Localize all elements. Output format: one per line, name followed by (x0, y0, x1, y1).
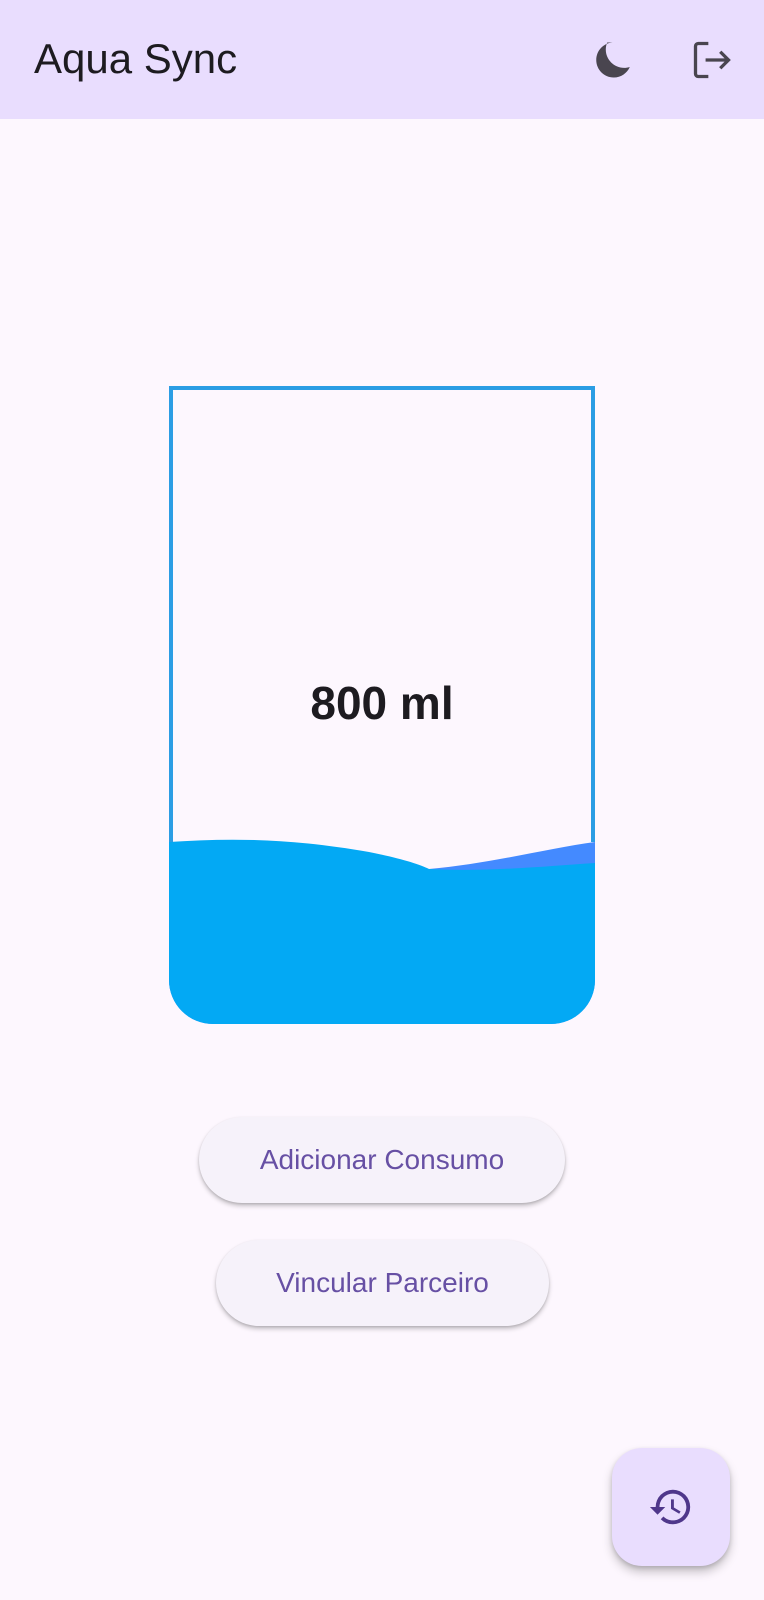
app-title: Aqua Sync (34, 35, 238, 82)
history-fab-button[interactable] (612, 1448, 730, 1566)
app-bar: Aqua Sync (0, 0, 764, 119)
theme-toggle-button[interactable] (584, 32, 640, 88)
history-icon (649, 1489, 691, 1525)
logout-icon (693, 41, 731, 79)
add-consumption-button[interactable]: Adicionar Consumo (199, 1117, 565, 1203)
logout-button[interactable] (684, 32, 740, 88)
dark-mode-moon-icon (596, 42, 630, 78)
water-amount-label: 800 ml (310, 677, 454, 729)
link-partner-button[interactable]: Vincular Parceiro (216, 1240, 549, 1326)
link-partner-label: Vincular Parceiro (276, 1267, 489, 1298)
add-consumption-label: Adicionar Consumo (259, 1144, 505, 1175)
